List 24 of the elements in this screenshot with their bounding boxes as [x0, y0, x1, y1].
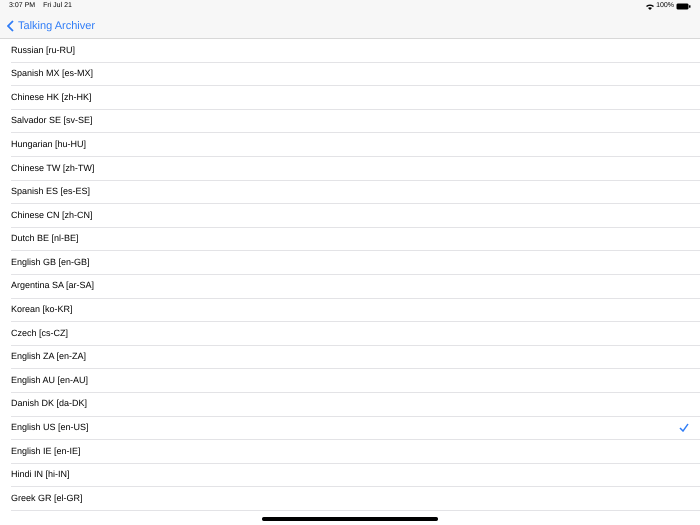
language-row[interactable]: Greek GR [el-GR]	[11, 487, 700, 511]
language-row[interactable]: English GB [en-GB]	[11, 251, 700, 275]
language-row[interactable]: English IE [en-IE]	[11, 440, 700, 464]
language-row[interactable]: Hungarian [hu-HU]	[11, 133, 700, 157]
language-row[interactable]: English AU [en-AU]	[11, 369, 700, 393]
battery-icon	[676, 3, 691, 10]
language-row[interactable]: English US [en-US]	[11, 416, 700, 440]
language-row[interactable]: Salvador SE [sv-SE]	[11, 110, 700, 134]
wifi-icon	[646, 4, 654, 10]
language-row[interactable]: Chinese TW [zh-TW]	[11, 156, 700, 181]
language-row[interactable]: Spanish ES [es-ES]	[11, 180, 700, 204]
language-row[interactable]: Hindi IN [hi-IN]	[11, 464, 700, 488]
language-row[interactable]: Russian [ru-RU]	[11, 39, 700, 63]
language-row[interactable]: Chinese CN [zh-CN]	[11, 204, 700, 228]
language-row[interactable]: Spanish MX [es-MX]	[11, 62, 700, 86]
language-row[interactable]: Chinese HK [zh-HK]	[11, 86, 700, 110]
language-row[interactable]: English ZA [en-ZA]	[11, 346, 700, 370]
language-row[interactable]: Czech [cs-CZ]	[11, 322, 700, 346]
language-row[interactable]: Dutch BE [nl-BE]	[11, 228, 700, 252]
language-row[interactable]: Argentina SA [ar-SA]	[11, 274, 700, 299]
chevron-left-icon	[7, 20, 14, 32]
language-row[interactable]: Korean [ko-KR]	[11, 298, 700, 322]
back-button[interactable]: Talking Archiver	[7, 18, 96, 34]
language-row[interactable]: Danish DK [da-DK]	[11, 392, 700, 416]
